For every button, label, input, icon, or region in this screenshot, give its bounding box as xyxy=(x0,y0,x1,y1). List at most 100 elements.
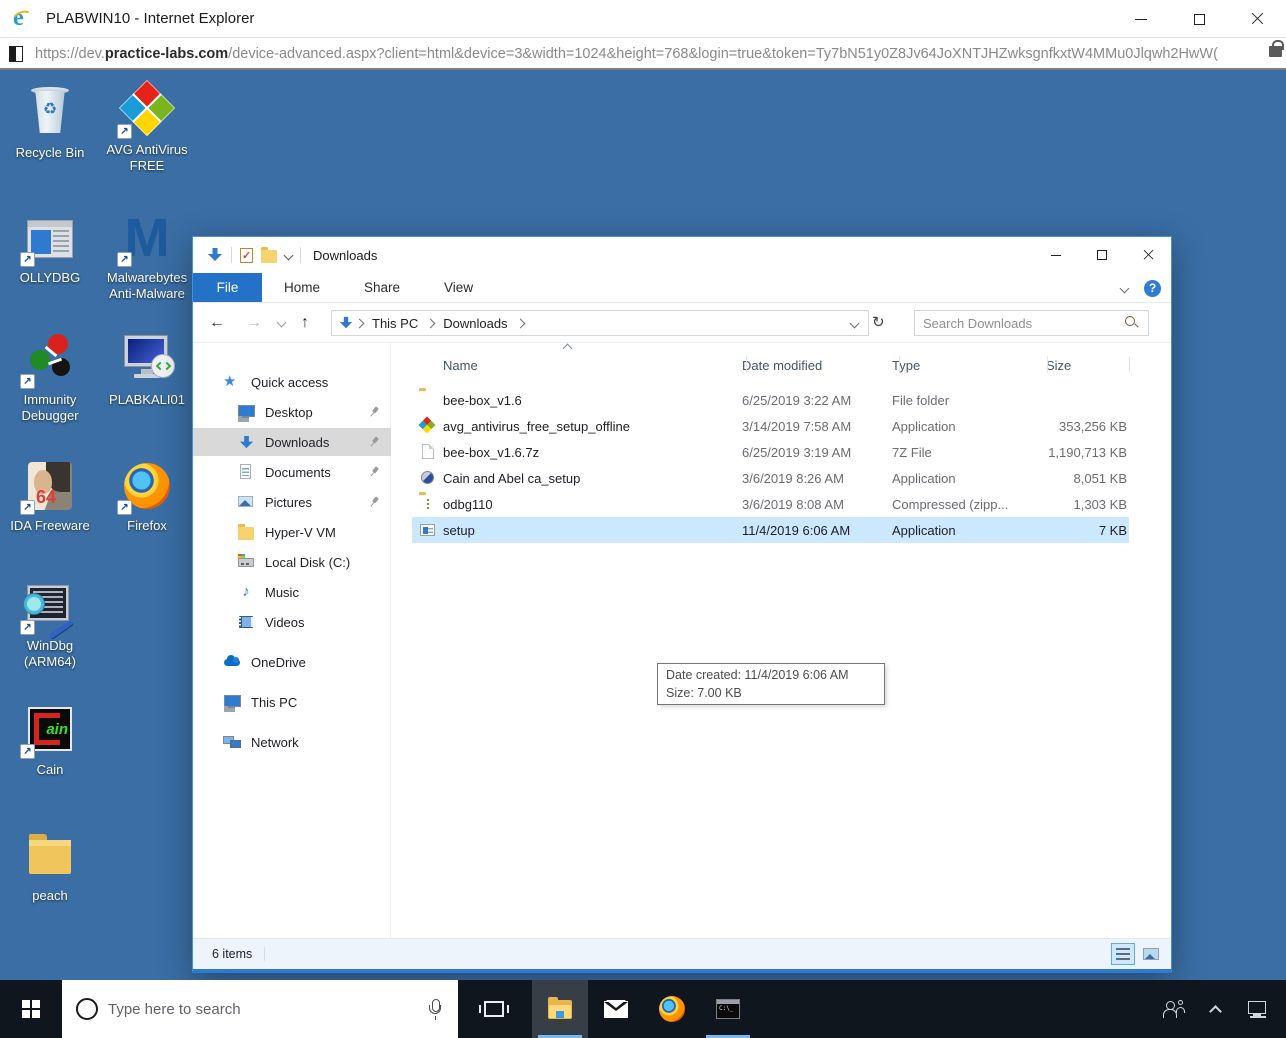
explorer-search-box[interactable] xyxy=(914,310,1149,336)
tab-view[interactable]: View xyxy=(422,273,495,302)
taskbar-search-input[interactable] xyxy=(108,1001,428,1018)
tab-share[interactable]: Share xyxy=(342,273,422,302)
breadcrumb-downloads[interactable]: Downloads xyxy=(443,316,507,331)
taskbar-mail[interactable] xyxy=(588,980,644,1038)
ie-maximize-button[interactable] xyxy=(1170,0,1228,38)
explorer-body: ★ Quick access Desktop Downloads Documen… xyxy=(193,343,1171,938)
desktop-icon-firefox[interactable]: ↗ Firefox xyxy=(101,458,193,534)
maximize-icon xyxy=(1194,14,1205,25)
desktop-icon-windbg[interactable]: ↗ WinDbg (ARM64) xyxy=(8,578,92,671)
desktop-icon-ida-freeware[interactable]: 64 ↗ IDA Freeware xyxy=(8,458,92,534)
desktop-icon-peach[interactable]: peach xyxy=(8,828,92,904)
details-view-button[interactable] xyxy=(1111,943,1135,965)
file-row-cain-abel-setup[interactable]: Cain and Abel ca_setup 3/6/2019 8:26 AM … xyxy=(412,465,1129,491)
sidebar-item-this-pc[interactable]: This PC xyxy=(193,688,391,716)
sidebar-item-onedrive[interactable]: OneDrive xyxy=(193,648,391,676)
film-icon xyxy=(237,613,255,631)
column-header-size[interactable]: Size xyxy=(1046,358,1127,373)
desktop-icon-immunity-debugger[interactable]: ↗ Immunity Debugger xyxy=(8,332,92,425)
new-folder-icon[interactable] xyxy=(261,250,277,263)
sort-ascending-icon[interactable] xyxy=(563,344,573,354)
column-header-name[interactable]: Name xyxy=(443,358,742,373)
shortcut-arrow-icon: ↗ xyxy=(20,374,35,389)
column-header-type[interactable]: Type xyxy=(892,358,1046,373)
desktop-icon-plabkali01[interactable]: PLABKALI01 xyxy=(101,332,193,408)
shortcut-arrow-icon: ↗ xyxy=(117,500,132,515)
people-icon[interactable] xyxy=(1163,1000,1185,1018)
navigation-pane: ★ Quick access Desktop Downloads Documen… xyxy=(193,343,391,938)
network-tray-icon[interactable] xyxy=(1246,1000,1268,1018)
tab-file[interactable]: File xyxy=(193,273,262,302)
explorer-search-input[interactable] xyxy=(915,316,1124,331)
show-hidden-icons-chevron-icon[interactable] xyxy=(1209,1005,1222,1018)
properties-icon[interactable] xyxy=(240,248,253,263)
column-header-date-modified[interactable]: Date modified xyxy=(742,358,892,373)
quick-access-toolbar xyxy=(207,247,301,263)
taskbar-firefox[interactable] xyxy=(644,980,700,1038)
file-row-avg-setup[interactable]: avg_antivirus_free_setup_offline 3/14/20… xyxy=(412,413,1129,439)
file-row-bee-box-7z[interactable]: bee-box_v1.6.7z 6/25/2019 3:19 AM 7Z Fil… xyxy=(412,439,1129,465)
breadcrumb-chevron-icon[interactable] xyxy=(426,318,436,328)
explorer-titlebar[interactable]: Downloads xyxy=(193,237,1171,273)
explorer-minimize-button[interactable] xyxy=(1033,237,1079,273)
file-explorer-icon xyxy=(548,1000,572,1019)
desktop-icon-avg-antivirus[interactable]: ↗ AVG AntiVirus FREE xyxy=(101,82,193,175)
address-dropdown-chevron-icon[interactable] xyxy=(850,318,860,328)
desktop-icon-ollydbg[interactable]: ↗ OLLYDBG xyxy=(8,210,92,286)
expand-ribbon-chevron-icon[interactable] xyxy=(1120,283,1130,293)
minimize-icon xyxy=(1135,19,1147,20)
up-button[interactable]: ↑ xyxy=(301,314,309,332)
forward-button[interactable]: → xyxy=(246,314,262,332)
explorer-maximize-button[interactable] xyxy=(1079,237,1125,273)
sidebar-item-pictures[interactable]: Pictures xyxy=(193,488,391,516)
microphone-icon[interactable] xyxy=(428,999,442,1019)
status-bar: 6 items xyxy=(193,938,1171,969)
screen: e PLABWIN10 - Internet Explorer https://… xyxy=(0,0,1286,1038)
sidebar-item-quick-access[interactable]: ★ Quick access xyxy=(193,368,391,396)
ie-url-bar[interactable]: https://dev.practice-labs.com/device-adv… xyxy=(0,39,1286,70)
search-icon[interactable] xyxy=(1124,315,1140,331)
address-bar[interactable]: This PC Downloads xyxy=(331,310,869,336)
task-view-button[interactable] xyxy=(466,980,522,1038)
sidebar-item-desktop[interactable]: Desktop xyxy=(193,398,391,426)
sidebar-item-local-disk-c[interactable]: Local Disk (C:) xyxy=(193,548,391,576)
breadcrumb-chevron-icon[interactable] xyxy=(515,318,525,328)
sidebar-item-network[interactable]: Network xyxy=(193,728,391,756)
desktop-icon-cain[interactable]: ain ↗ Cain xyxy=(8,702,92,778)
tab-home[interactable]: Home xyxy=(262,273,342,302)
help-icon[interactable]: ? xyxy=(1144,280,1161,297)
maximize-icon xyxy=(1097,250,1107,260)
back-button[interactable]: ← xyxy=(209,314,225,332)
ie-titlebar: e PLABWIN10 - Internet Explorer xyxy=(0,0,1286,38)
sidebar-item-music[interactable]: ♪ Music xyxy=(193,578,391,606)
customize-qat-chevron-icon[interactable] xyxy=(284,250,294,260)
file-row-bee-box-folder[interactable]: bee-box_v1.6 6/25/2019 3:22 AM File fold… xyxy=(412,387,1129,413)
sidebar-item-downloads[interactable]: Downloads xyxy=(193,428,391,456)
file-info-tooltip: Date created: 11/4/2019 6:06 AM Size: 7.… xyxy=(657,663,885,705)
url-text[interactable]: https://dev.practice-labs.com/device-adv… xyxy=(35,46,1218,62)
downloads-folder-icon xyxy=(339,316,353,330)
taskbar-search-box[interactable] xyxy=(62,980,458,1038)
sidebar-item-documents[interactable]: Documents xyxy=(193,458,391,486)
start-button[interactable] xyxy=(0,980,62,1038)
desktop-icon-recycle-bin[interactable]: ♻ Recycle Bin xyxy=(8,85,92,161)
taskbar-file-explorer[interactable] xyxy=(532,980,588,1038)
recent-locations-chevron-icon[interactable] xyxy=(277,318,287,328)
sidebar-item-videos[interactable]: Videos xyxy=(193,608,391,636)
sidebar-item-hyperv-vm[interactable]: Hyper-V VM xyxy=(193,518,391,546)
ie-close-button[interactable] xyxy=(1228,0,1286,38)
ie-minimize-button[interactable] xyxy=(1112,0,1170,38)
avg-antivirus-icon: ↗ xyxy=(119,82,175,138)
explorer-close-button[interactable] xyxy=(1125,237,1171,273)
desktop-icon-malwarebytes[interactable]: M↗ Malwarebytes Anti-Malware xyxy=(101,210,193,303)
file-row-odbg110[interactable]: odbg110 3/6/2019 8:08 AM Compressed (zip… xyxy=(412,491,1129,517)
pin-icon xyxy=(366,494,381,509)
breadcrumb-chevron-icon[interactable] xyxy=(355,318,365,328)
large-icons-view-button[interactable] xyxy=(1139,943,1163,965)
refresh-icon[interactable]: ↻ xyxy=(872,313,885,331)
file-row-setup-selected[interactable]: setup 11/4/2019 6:06 AM Application 7 KB xyxy=(412,517,1129,543)
breadcrumb-this-pc[interactable]: This PC xyxy=(372,316,418,331)
taskbar-command-prompt[interactable] xyxy=(700,980,756,1038)
cortana-icon[interactable] xyxy=(76,998,98,1020)
thumbnail-view-icon xyxy=(1143,948,1159,960)
